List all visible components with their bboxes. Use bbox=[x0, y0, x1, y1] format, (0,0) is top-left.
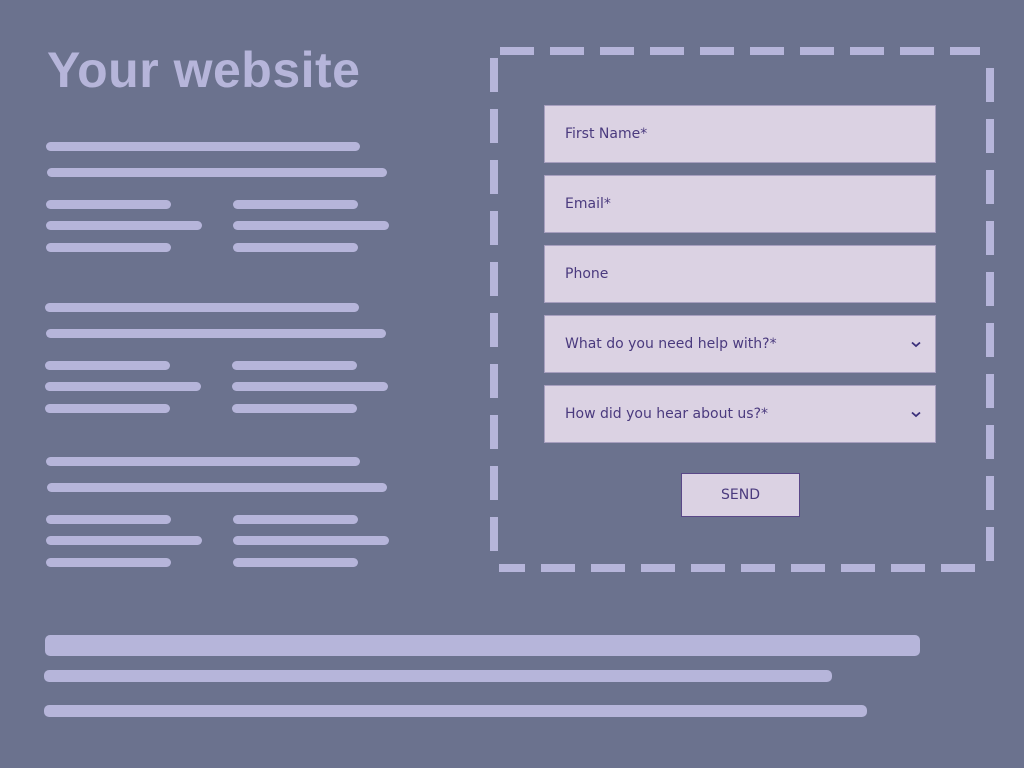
phone-input[interactable]: Phone bbox=[544, 245, 936, 303]
chevron-down-icon bbox=[901, 411, 931, 418]
placeholder-line bbox=[46, 200, 171, 209]
referral-source-select[interactable]: How did you hear about us?* bbox=[544, 385, 936, 443]
placeholder-line bbox=[46, 536, 202, 545]
placeholder-line bbox=[46, 221, 202, 230]
phone-placeholder: Phone bbox=[565, 266, 609, 282]
first-name-placeholder: First Name* bbox=[565, 126, 648, 142]
placeholder-line bbox=[46, 329, 386, 338]
email-placeholder: Email* bbox=[565, 196, 611, 212]
placeholder-line bbox=[47, 483, 387, 492]
email-input[interactable]: Email* bbox=[544, 175, 936, 233]
help-topic-select[interactable]: What do you need help with?* bbox=[544, 315, 936, 373]
placeholder-line bbox=[45, 404, 170, 413]
send-button[interactable]: SEND bbox=[681, 473, 800, 517]
placeholder-line bbox=[47, 168, 387, 177]
placeholder-line bbox=[46, 243, 171, 252]
placeholder-line bbox=[46, 142, 360, 151]
first-name-input[interactable]: First Name* bbox=[544, 105, 936, 163]
chevron-down-icon bbox=[901, 341, 931, 348]
placeholder-line bbox=[45, 361, 170, 370]
placeholder-line bbox=[46, 457, 360, 466]
placeholder-line bbox=[233, 243, 358, 252]
placeholder-line bbox=[45, 382, 201, 391]
placeholder-line bbox=[233, 221, 389, 230]
placeholder-line bbox=[45, 303, 359, 312]
referral-source-placeholder: How did you hear about us?* bbox=[565, 406, 768, 422]
placeholder-line bbox=[46, 515, 171, 524]
help-topic-placeholder: What do you need help with?* bbox=[565, 336, 777, 352]
placeholder-line bbox=[233, 200, 358, 209]
placeholder-line bbox=[232, 382, 388, 391]
placeholder-line bbox=[233, 515, 358, 524]
placeholder-line bbox=[232, 404, 357, 413]
placeholder-line bbox=[233, 536, 389, 545]
placeholder-line bbox=[44, 705, 867, 717]
placeholder-line bbox=[46, 558, 171, 567]
placeholder-line bbox=[45, 635, 920, 656]
page-title: Your website bbox=[47, 42, 361, 98]
placeholder-line bbox=[233, 558, 358, 567]
placeholder-line bbox=[232, 361, 357, 370]
placeholder-line bbox=[44, 670, 832, 682]
